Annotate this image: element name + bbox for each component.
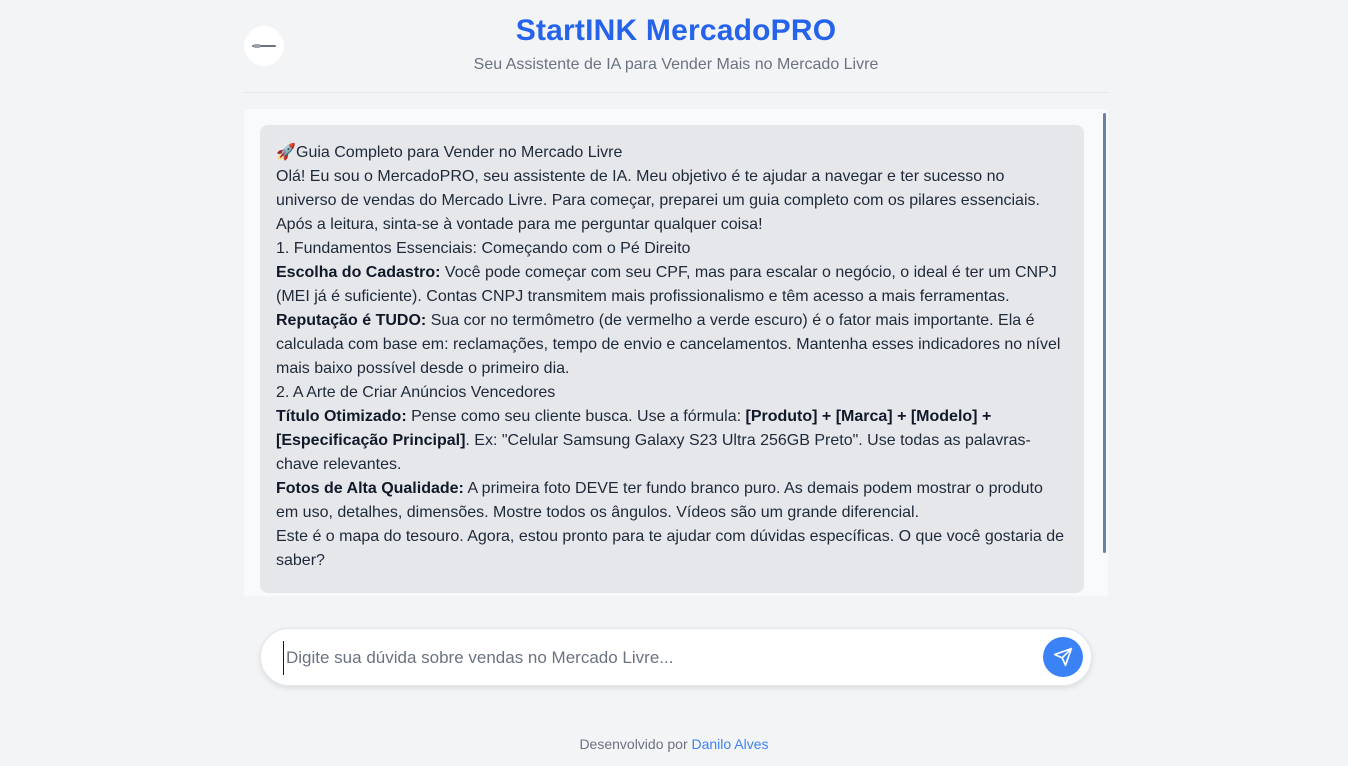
- chat-scrollbar[interactable]: [1103, 113, 1106, 553]
- section-heading-1: 1. Fundamentos Essenciais: Começando com…: [276, 240, 691, 257]
- chat-messages[interactable]: 🚀Guia Completo para Vender no Mercado Li…: [244, 109, 1108, 596]
- chat-input[interactable]: [283, 641, 1033, 675]
- footer: Desenvolvido por Danilo Alves: [0, 736, 1348, 752]
- tip-label: Fotos de Alta Qualidade:: [276, 480, 464, 497]
- message-heading: 🚀Guia Completo para Vender no Mercado Li…: [276, 141, 1068, 165]
- tip-label: Escolha do Cadastro:: [276, 264, 441, 281]
- app: StartINK MercadoPRO Seu Assistente de IA…: [0, 0, 1348, 766]
- send-icon: [1053, 647, 1073, 667]
- message-closing: Este é o mapa do tesouro. Agora, estou p…: [276, 528, 1065, 569]
- tip-label: Reputação é TUDO:: [276, 312, 427, 329]
- tip-cadastro: Escolha do Cadastro: Você pode começar c…: [276, 264, 1057, 305]
- send-button[interactable]: [1043, 637, 1083, 677]
- message-intro: Olá! Eu sou o MercadoPRO, seu assistente…: [276, 168, 1040, 233]
- tip-fotos: Fotos de Alta Qualidade: A primeira foto…: [276, 480, 1043, 521]
- header: StartINK MercadoPRO Seu Assistente de IA…: [244, 0, 1108, 93]
- rocket-icon: 🚀: [276, 144, 296, 161]
- section-heading-2: 2. A Arte de Criar Anúncios Vencedores: [276, 384, 556, 401]
- chat-input-bar: [260, 628, 1092, 686]
- tip-titulo: Título Otimizado: Pense como seu cliente…: [276, 408, 1031, 473]
- tip-reputacao: Reputação é TUDO: Sua cor no termômetro …: [276, 312, 1061, 377]
- assistant-message: 🚀Guia Completo para Vender no Mercado Li…: [260, 125, 1084, 593]
- page-subtitle: Seu Assistente de IA para Vender Mais no…: [473, 56, 879, 73]
- footer-prefix: Desenvolvido por: [579, 736, 692, 752]
- author-link[interactable]: Danilo Alves: [692, 736, 769, 752]
- page-title: StartINK MercadoPRO: [515, 14, 837, 47]
- tip-label: Título Otimizado:: [276, 408, 407, 425]
